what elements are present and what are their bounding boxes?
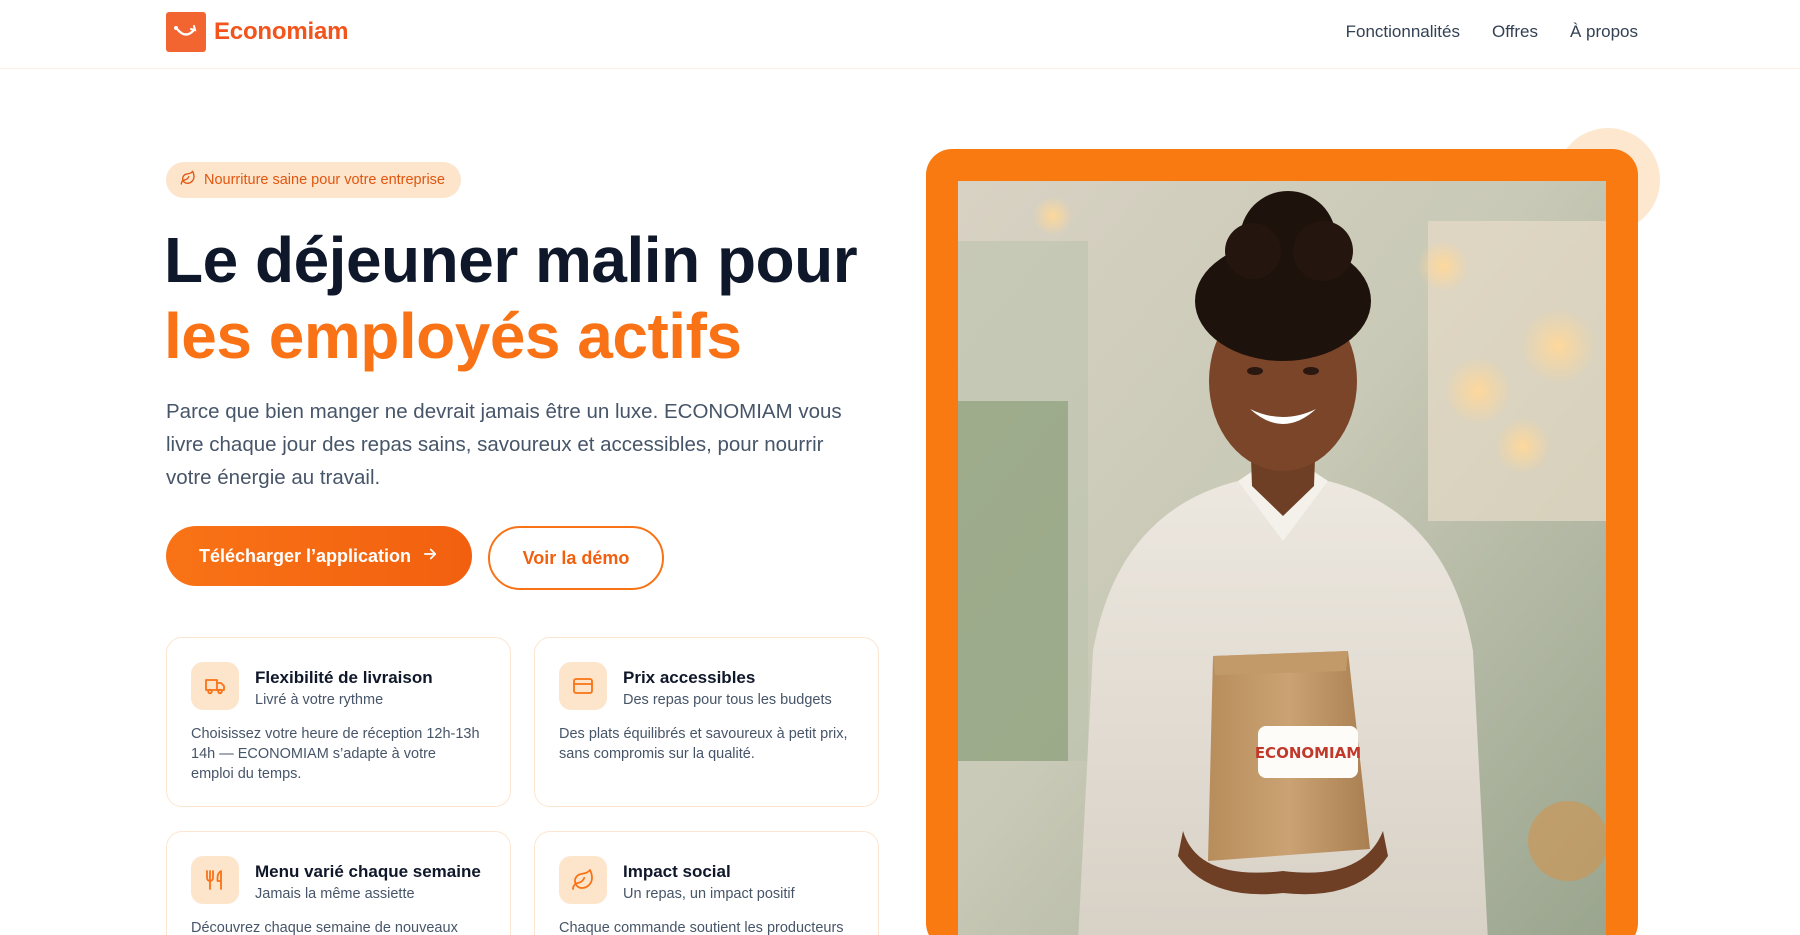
arrow-right-icon: [421, 545, 439, 568]
feature-description: Chaque commande soutient les producteurs: [559, 920, 844, 935]
feature-description: Découvrez chaque semaine de nouveaux: [191, 920, 458, 935]
leaf-icon: [180, 170, 196, 190]
feature-subtitle: Jamais la même assiette: [255, 886, 415, 902]
bag-label: ECONOMIAM: [1255, 744, 1361, 762]
leaf-icon: [559, 856, 607, 904]
feature-description: Choisissez votre heure de réception 12h-…: [191, 726, 480, 782]
truck-icon: [191, 662, 239, 710]
feature-title: Prix accessibles: [623, 668, 756, 687]
main-nav: Fonctionnalités Offres À propos: [1346, 22, 1638, 42]
hero-title: Le déjeuner malin pour les employés acti…: [164, 222, 858, 374]
download-app-label: Télécharger l’application: [198, 545, 412, 566]
feature-description: Des plats équilibrés et savoureux à peti…: [559, 726, 848, 762]
hero-title-line1: Le déjeuner malin pour: [164, 224, 858, 296]
feature-title: Menu varié chaque semaine: [255, 862, 481, 881]
feature-title: Impact social: [623, 862, 731, 881]
feature-title: Flexibilité de livraison: [255, 668, 433, 687]
top-navbar: Economiam Fonctionnalités Offres À propo…: [0, 0, 1800, 69]
nav-link-offres[interactable]: Offres: [1492, 22, 1538, 42]
feature-card-delivery: Flexibilité de livraison Livré à votre r…: [166, 637, 511, 807]
brand-name: Economiam: [214, 18, 349, 45]
download-app-button[interactable]: Télécharger l’application: [166, 526, 472, 586]
hero-badge-label: Nourriture saine pour votre entreprise: [204, 172, 445, 188]
utensils-icon: [191, 856, 239, 904]
feature-card-price: Prix accessibles Des repas pour tous les…: [534, 637, 879, 807]
hero-badge: Nourriture saine pour votre entreprise: [166, 162, 461, 198]
hero-title-line2: les employés actifs: [164, 300, 742, 372]
nav-link-fonctionnalites[interactable]: Fonctionnalités: [1346, 22, 1460, 42]
smile-logo-icon: [166, 12, 206, 52]
feature-subtitle: Des repas pour tous les budgets: [623, 692, 832, 708]
feature-subtitle: Un repas, un impact positif: [623, 886, 795, 902]
credit-card-icon: [559, 662, 607, 710]
hero-lead: Parce que bien manger ne devrait jamais …: [166, 400, 842, 489]
hero-photo-employee-with-bag: ECONOMIAM: [958, 181, 1606, 935]
feature-subtitle: Livré à votre rythme: [255, 692, 384, 708]
feature-card-menu: Menu varié chaque semaine Jamais la même…: [166, 831, 511, 935]
view-demo-button[interactable]: Voir la démo: [488, 526, 664, 590]
brand-logo-link[interactable]: Economiam: [166, 12, 348, 52]
nav-link-a-propos[interactable]: À propos: [1570, 22, 1638, 42]
feature-card-impact: Impact social Un repas, un impact positi…: [534, 831, 879, 935]
